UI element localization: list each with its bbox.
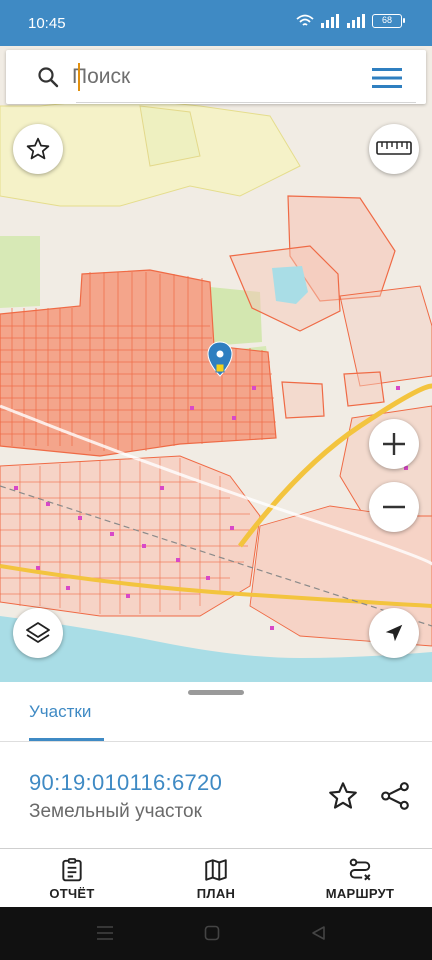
sheet-drag-handle[interactable] — [188, 690, 244, 695]
menu-icon[interactable] — [372, 67, 402, 89]
recents-icon[interactable] — [96, 925, 114, 941]
zoom-in-button[interactable] — [369, 419, 419, 469]
map-canvas[interactable] — [0, 46, 432, 682]
nav-report[interactable]: ОТЧЁТ — [0, 849, 144, 907]
share-icon[interactable] — [379, 780, 411, 812]
star-icon — [26, 137, 50, 160]
system-navigation-bar — [0, 907, 432, 960]
status-icons: 68 — [296, 14, 405, 28]
layers-icon — [26, 622, 50, 643]
tab-divider — [0, 741, 432, 742]
search-bar — [6, 50, 426, 104]
status-time: 10:45 — [28, 15, 66, 32]
back-icon[interactable] — [310, 925, 326, 941]
map-view[interactable] — [0, 46, 432, 682]
nav-route-label: МАРШРУТ — [325, 886, 395, 901]
search-input[interactable] — [72, 62, 362, 92]
navigation-arrow-icon — [385, 624, 403, 642]
home-icon[interactable] — [204, 925, 220, 941]
minus-icon — [383, 505, 405, 509]
ruler-button[interactable] — [369, 124, 419, 174]
bottom-navigation: ОТЧЁТ ПЛАН МАРШРУТ — [0, 848, 432, 907]
status-bar: 10:45 68 — [0, 0, 432, 46]
search-icon[interactable] — [36, 65, 60, 89]
plus-icon — [383, 433, 405, 455]
nav-plan[interactable]: ПЛАН — [144, 849, 288, 907]
zoom-out-button[interactable] — [369, 482, 419, 532]
parcel-type: Земельный участок — [29, 801, 202, 822]
signal-icon-2 — [347, 14, 365, 28]
locate-button[interactable] — [369, 608, 419, 658]
ruler-icon — [376, 141, 412, 155]
text-caret — [78, 63, 80, 91]
nav-report-label: ОТЧЁТ — [49, 886, 95, 901]
route-icon — [349, 858, 371, 881]
favorites-button[interactable] — [13, 124, 63, 174]
search-underline — [76, 102, 416, 103]
layers-button[interactable] — [13, 608, 63, 658]
map-plan-icon — [205, 859, 227, 881]
app-screen: 10:45 68 Поиск Участки 90:19:010116:6720… — [0, 0, 432, 960]
tab-parcels[interactable]: Участки — [29, 702, 91, 722]
nav-plan-label: ПЛАН — [196, 886, 236, 901]
report-icon — [62, 858, 82, 882]
favorite-star-icon[interactable] — [327, 780, 359, 812]
signal-icon — [321, 14, 339, 28]
parcel-cadastral-number[interactable]: 90:19:010116:6720 — [29, 770, 222, 796]
battery-icon: 68 — [372, 14, 405, 28]
wifi-icon — [296, 14, 314, 26]
nav-route[interactable]: МАРШРУТ — [288, 849, 432, 907]
bottom-sheet: Участки 90:19:010116:6720 Земельный учас… — [0, 682, 432, 848]
